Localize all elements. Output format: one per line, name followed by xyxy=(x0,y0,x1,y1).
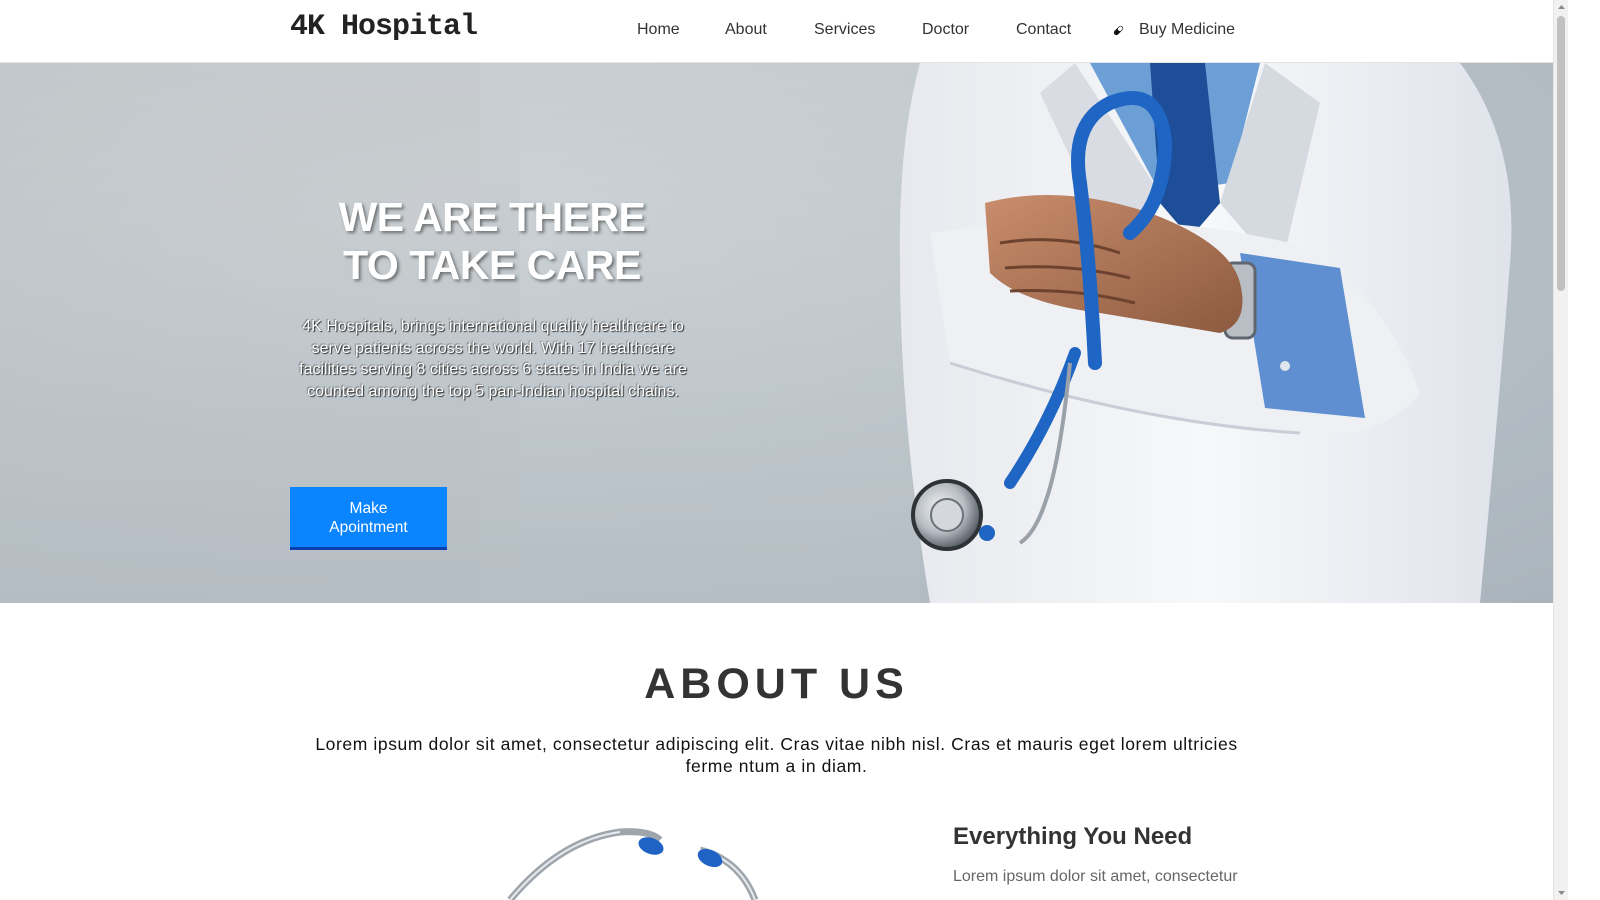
nav-contact-link[interactable]: Contact xyxy=(1016,21,1071,39)
nav-buy-medicine-link[interactable]: Buy Medicine xyxy=(1112,21,1235,39)
nav-buy-medicine-label: Buy Medicine xyxy=(1139,21,1236,38)
about-intro: Lorem ipsum dolor sit amet, consectetur … xyxy=(315,734,1238,776)
hero-title-prefix: TO xyxy=(343,242,410,288)
scroll-down-arrow-icon[interactable] xyxy=(1557,888,1566,897)
hero-section: WE ARE THERE TO TAKE CARE 4K Hospitals, … xyxy=(0,63,1553,603)
nav-home-link[interactable]: Home xyxy=(637,21,680,39)
nav-about-link[interactable]: About xyxy=(725,21,767,39)
page: 4K Hospital Home About Services Doctor C… xyxy=(0,0,1553,900)
stethoscope-image xyxy=(507,828,759,900)
hero-title: WE ARE THERE TO TAKE CARE xyxy=(290,193,694,289)
pill-icon xyxy=(1112,24,1125,37)
make-appointment-label-line1: Make xyxy=(349,500,388,517)
page-scrollbar[interactable] xyxy=(1553,0,1568,900)
make-appointment-label-line2: Apointment xyxy=(329,519,408,536)
nav-doctor-link[interactable]: Doctor xyxy=(922,21,969,39)
scrollbar-thumb[interactable] xyxy=(1557,16,1565,291)
about-heading: ABOUT US xyxy=(644,660,909,708)
doctor-hero-image xyxy=(899,63,1512,603)
feature-description: Lorem ipsum dolor sit amet, consectetur xyxy=(953,868,1238,885)
scroll-up-arrow-icon[interactable] xyxy=(1557,3,1566,12)
make-appointment-button[interactable]: Make Apointment xyxy=(290,487,447,550)
hero-description: 4K Hospitals, brings international quali… xyxy=(299,318,687,400)
hero-title-line1: WE ARE THERE xyxy=(338,194,646,240)
hero-title-emphasis: TAKE CARE xyxy=(409,242,641,288)
nav-services-link[interactable]: Services xyxy=(814,21,875,39)
top-navbar: 4K Hospital Home About Services Doctor C… xyxy=(0,0,1553,63)
feature-heading: Everything You Need xyxy=(953,823,1193,850)
brand-logo[interactable]: 4K Hospital xyxy=(290,10,478,44)
